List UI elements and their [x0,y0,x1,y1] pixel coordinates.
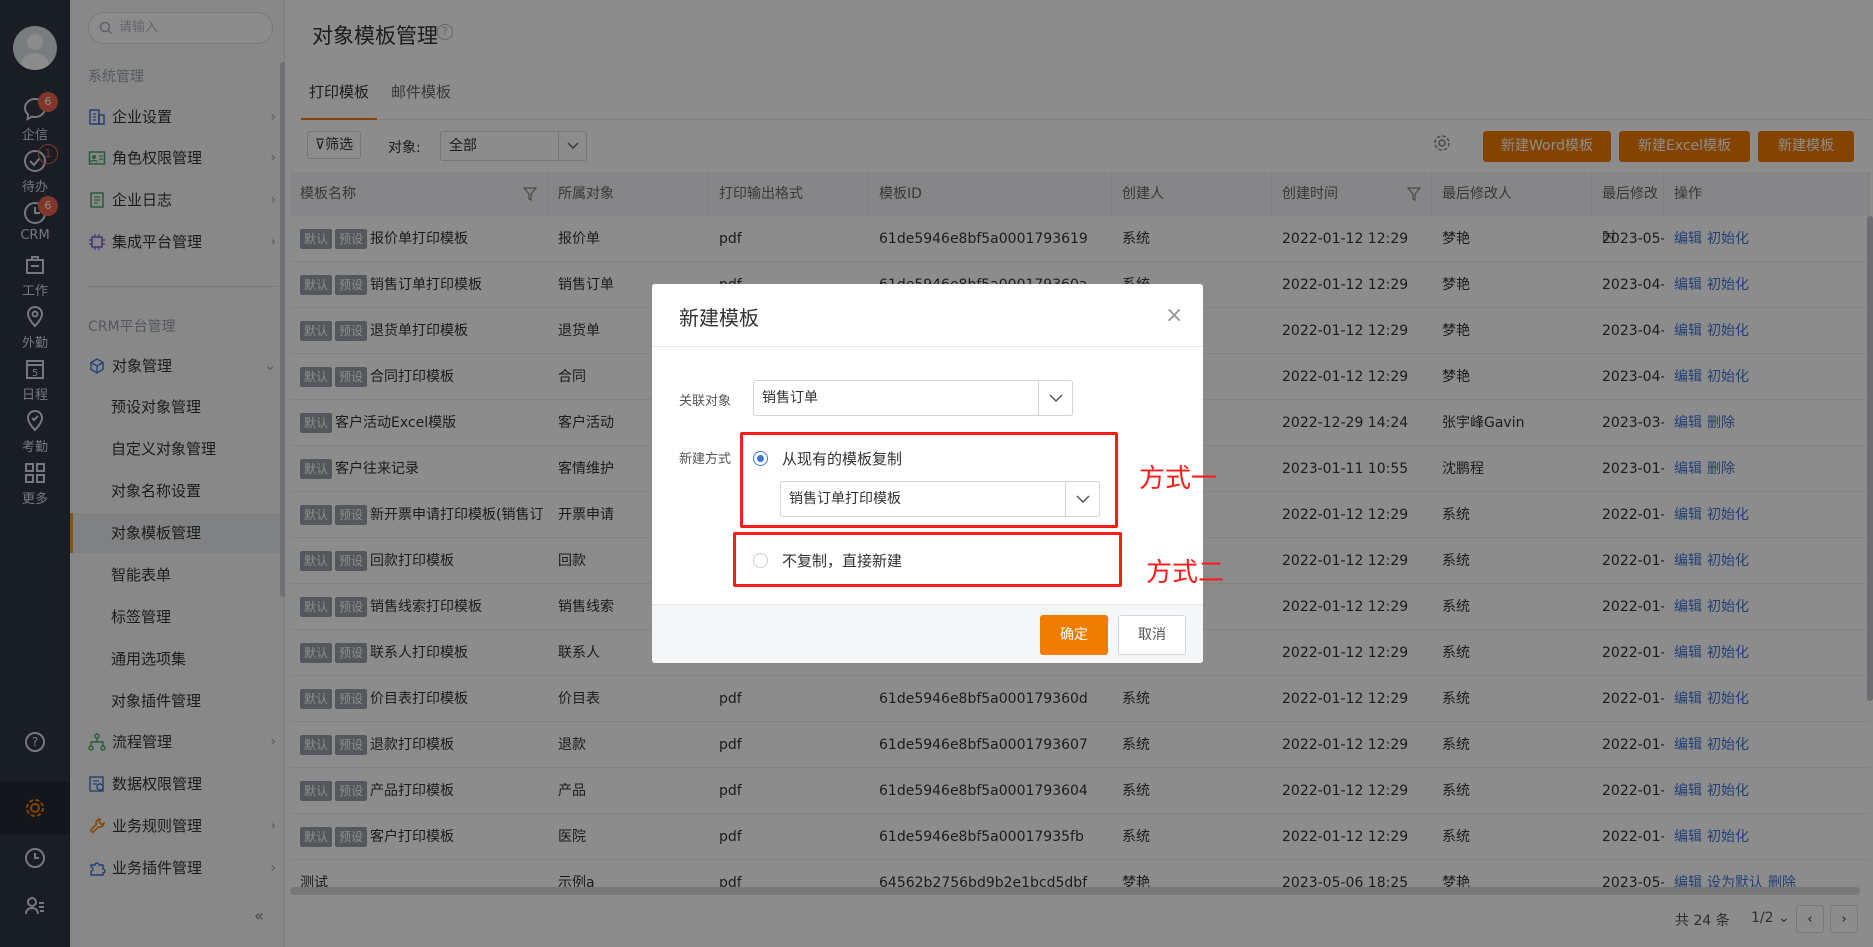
cancel-button[interactable]: 取消 [1118,615,1186,655]
annotation-label-method-two: 方式二 [1146,558,1225,588]
chevron-down-icon [1038,381,1072,415]
annotation-label-method-one: 方式一 [1139,464,1218,494]
annotation-box-method-two [733,532,1122,587]
related-object-label: 关联对象 [679,394,732,409]
related-object-select[interactable]: 销售订单 [753,380,1073,416]
close-icon[interactable]: × [1165,305,1183,327]
confirm-button[interactable]: 确定 [1040,615,1108,655]
annotation-box-method-one [740,432,1118,528]
dialog-title: 新建模板 [679,306,759,330]
app-root: 企信 6 待办 1 CRM 6 工作 外勤 5 日程 考勤 更多 ? 请输入 系… [0,0,1873,947]
dialog-header-divider [652,346,1203,347]
related-object-value: 销售订单 [762,390,818,406]
create-method-label: 新建方式 [679,452,732,467]
